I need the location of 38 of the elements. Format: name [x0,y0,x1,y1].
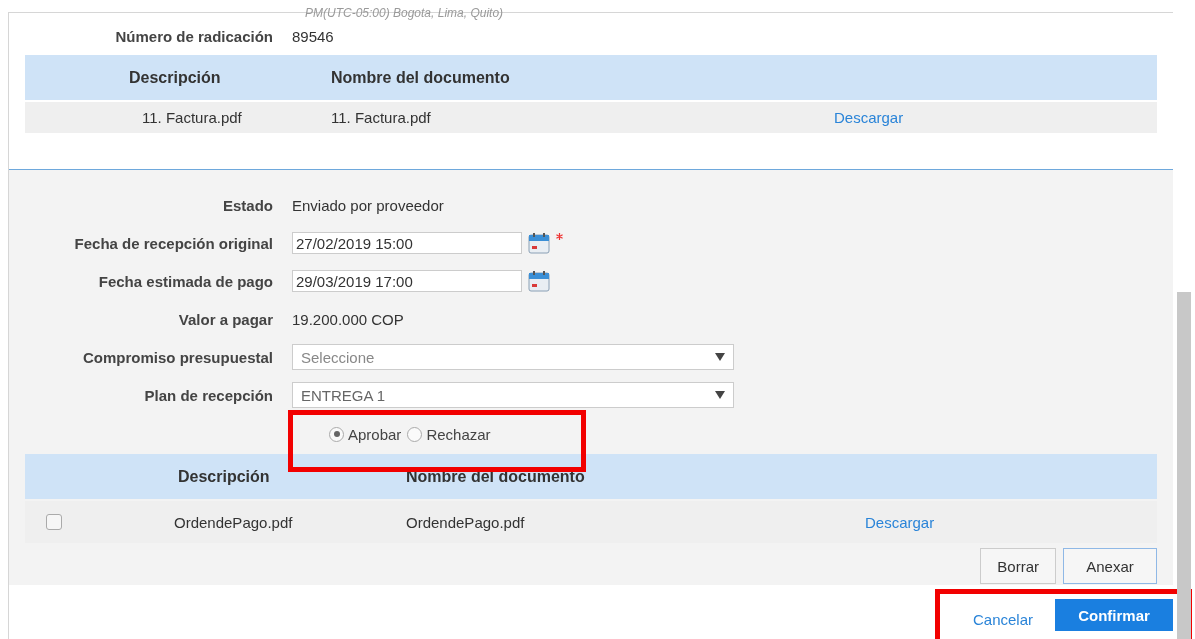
checkbox[interactable] [46,514,62,530]
scrollbar[interactable] [1177,292,1191,639]
date-field[interactable]: 27/02/2019 15:00 [292,232,522,254]
confirm-button[interactable]: Confirmar [1055,599,1173,631]
field-label: Valor a pagar [177,310,274,328]
calendar-icon[interactable] [528,232,550,254]
calendar-icon[interactable] [528,270,550,292]
field-label: Número de radicación [114,27,274,45]
table-cell-text: OrdendePago.pdf [406,513,526,531]
field-label: Fecha de recepción original [73,234,274,252]
column-header: Descripción [128,68,222,87]
cancel-link[interactable]: Cancelar [972,610,1033,628]
table-cell-text: OrdendePago.pdf [173,513,294,531]
table-cell-text: 11. Factura.pdf [141,109,243,126]
field-value: Enviado por proveedor [292,196,444,214]
field-value: 19.200.000 COP [292,310,404,328]
field-label: Compromiso presupuestal [81,348,274,366]
required-asterisk-icon [556,233,563,240]
column-header: Descripción [177,467,271,486]
dropdown[interactable]: ENTREGA 1 [292,382,734,408]
field-label: Plan de recepción [143,386,274,404]
caret-icon [715,353,725,361]
field-value: 89546 [292,27,334,45]
attachment-button[interactable]: Borrar [980,548,1056,584]
field-label: Estado [222,196,274,214]
date-field[interactable]: 29/03/2019 17:00 [292,270,522,292]
field-label: Fecha estimada de pago [97,272,274,290]
download-link[interactable]: Descargar [834,109,904,126]
radio-button[interactable] [329,426,344,442]
download-link[interactable]: Descargar [865,513,935,531]
attachment-button[interactable]: Anexar [1063,548,1157,584]
dropdown[interactable]: Seleccione [292,344,734,370]
radio-option[interactable]: Rechazar [407,425,491,443]
radio-option[interactable]: Aprobar [329,425,402,443]
caret-icon [715,391,725,399]
radio-button[interactable] [407,426,423,442]
table-cell-text: 11. Factura.pdf [331,109,432,126]
column-header: Nombre del documento [331,68,511,87]
